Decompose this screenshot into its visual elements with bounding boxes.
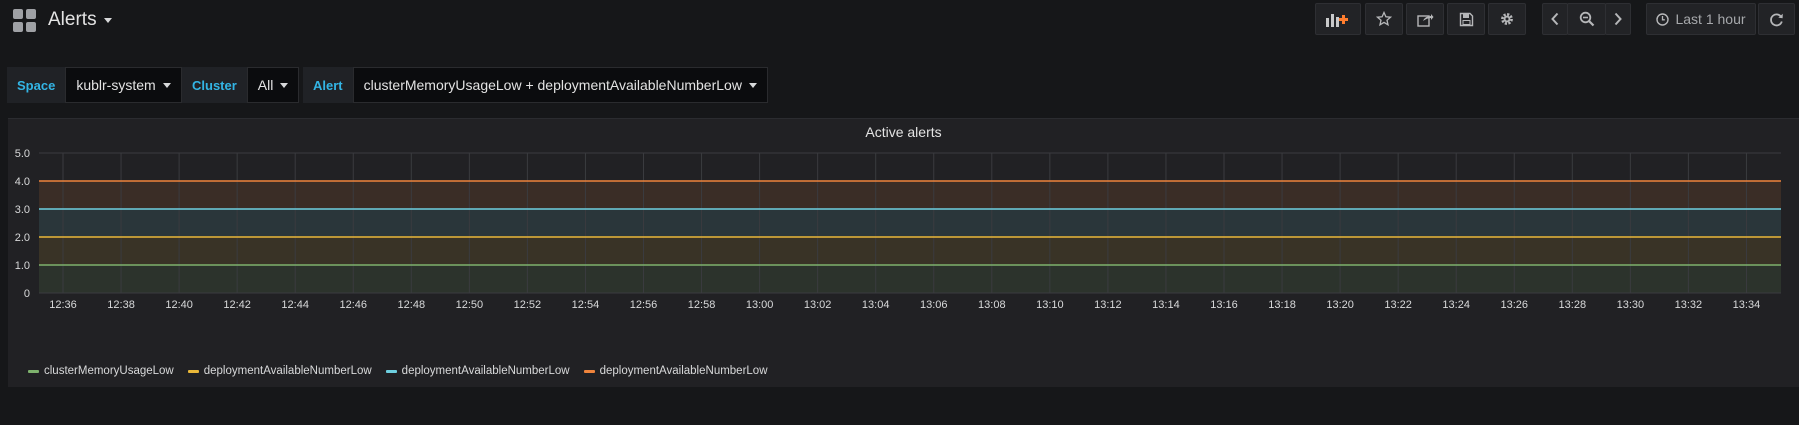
zoom-out-icon (1579, 11, 1594, 27)
legend-item[interactable]: deploymentAvailableNumberLow (583, 365, 768, 377)
clock-icon (1656, 12, 1670, 26)
x-tick-label: 12:44 (281, 299, 309, 311)
x-tick-label: 13:20 (1326, 299, 1354, 311)
x-tick-label: 13:28 (1559, 299, 1587, 311)
chevron-down-icon (280, 82, 289, 88)
x-tick-label: 13:04 (862, 299, 890, 311)
variable-cluster: Cluster All (182, 67, 300, 103)
x-tick-label: 13:00 (746, 299, 774, 311)
zoom-out-button[interactable] (1567, 3, 1606, 35)
chevron-down-icon (162, 82, 171, 88)
x-tick-label: 13:08 (978, 299, 1006, 311)
add-panel-icon (1326, 14, 1348, 27)
chevron-right-icon (1614, 12, 1622, 26)
x-tick-label: 13:30 (1617, 299, 1645, 311)
time-back-button[interactable] (1542, 3, 1568, 35)
dashboard-grid-icon[interactable] (13, 9, 37, 33)
share-button[interactable] (1406, 3, 1444, 35)
x-tick-label: 13:18 (1268, 299, 1296, 311)
x-tick-label: 13:06 (920, 299, 948, 311)
graph-panel: Active alerts 0 1.0 2.0 3.0 4.0 5.0 12:36 12:38… (8, 118, 1799, 387)
variable-space: Space kublr-system (7, 67, 182, 103)
variable-value-space: kublr-system (76, 77, 156, 93)
variable-label-space: Space (7, 67, 66, 103)
chevron-down-icon (748, 82, 757, 88)
chevron-down-icon (103, 17, 112, 23)
series-area-0 (39, 265, 1781, 293)
x-tick-label: 12:56 (630, 299, 658, 311)
time-forward-button[interactable] (1605, 3, 1631, 35)
legend-item[interactable]: deploymentAvailableNumberLow (385, 365, 570, 377)
x-tick-label: 12:58 (688, 299, 716, 311)
x-tick-label: 13:10 (1036, 299, 1064, 311)
save-icon (1459, 12, 1473, 26)
star-button[interactable] (1365, 3, 1403, 35)
variable-label-alert: Alert (303, 67, 353, 103)
x-tick-label: 12:38 (107, 299, 135, 311)
active-alerts-chart: 0 1.0 2.0 3.0 4.0 5.0 12:36 12:38 12:40 12:42 12:4… (15, 148, 1781, 311)
x-tick-label: 12:52 (514, 299, 542, 311)
x-tick-label: 13:22 (1384, 299, 1412, 311)
chart-legend: clusterMemoryUsageLow deploymentAvailable… (28, 365, 768, 377)
x-tick-label: 12:46 (339, 299, 367, 311)
y-tick-label: 4.0 (15, 176, 30, 188)
add-panel-button[interactable] (1315, 3, 1361, 35)
share-icon (1416, 13, 1433, 27)
legend-swatch (28, 369, 39, 373)
series-area-3 (39, 181, 1781, 209)
x-tick-label: 12:50 (456, 299, 484, 311)
x-tick-label: 13:02 (804, 299, 832, 311)
legend-label: clusterMemoryUsageLow (44, 365, 174, 377)
x-tick-label: 12:36 (49, 299, 77, 311)
x-tick-label: 12:40 (165, 299, 193, 311)
legend-label: deploymentAvailableNumberLow (203, 365, 372, 377)
x-tick-label: 13:24 (1442, 299, 1470, 311)
variable-alert: Alert clusterMemoryUsageLow + deployment… (303, 67, 768, 103)
y-tick-label: 3.0 (15, 204, 30, 216)
y-tick-label: 2.0 (15, 232, 30, 244)
y-tick-label: 5.0 (15, 148, 30, 160)
x-tick-label: 12:48 (398, 299, 426, 311)
series-area-1 (39, 237, 1781, 265)
time-range-picker[interactable]: Last 1 hour (1646, 3, 1756, 35)
x-tick-label: 12:42 (223, 299, 251, 311)
variable-select-cluster[interactable]: All (246, 67, 300, 103)
x-tick-label: 13:12 (1094, 299, 1122, 311)
star-icon (1376, 11, 1392, 27)
dashboard-title-dropdown[interactable]: Alerts (48, 9, 112, 31)
y-tick-label: 0 (24, 288, 30, 300)
variable-select-space[interactable]: kublr-system (65, 67, 182, 103)
variable-label-cluster: Cluster (182, 67, 247, 103)
series-area-2 (39, 209, 1781, 237)
variable-select-alert[interactable]: clusterMemoryUsageLow + deploymentAvaila… (352, 67, 768, 103)
legend-item[interactable]: deploymentAvailableNumberLow (187, 365, 372, 377)
y-tick-label: 1.0 (15, 260, 30, 272)
x-tick-label: 13:32 (1675, 299, 1703, 311)
refresh-button[interactable] (1758, 3, 1795, 35)
legend-swatch (385, 369, 397, 373)
x-tick-label: 13:26 (1500, 299, 1528, 311)
dashboard-title: Alerts (48, 9, 97, 30)
variable-value-cluster: All (257, 77, 274, 93)
variable-value-alert: clusterMemoryUsageLow + deploymentAvaila… (363, 77, 742, 93)
x-tick-label: 13:14 (1152, 299, 1180, 311)
refresh-icon (1770, 13, 1783, 26)
chevron-left-icon (1551, 12, 1559, 26)
legend-swatch (187, 369, 199, 373)
top-navbar: Alerts Last 1 hour (0, 0, 1799, 44)
gear-icon (1501, 13, 1513, 25)
legend-label: deploymentAvailableNumberLow (401, 365, 570, 377)
legend-label: deploymentAvailableNumberLow (599, 365, 768, 377)
time-range-label: Last 1 hour (1675, 11, 1746, 27)
legend-swatch (583, 369, 595, 373)
legend-item[interactable]: clusterMemoryUsageLow (28, 365, 174, 377)
x-tick-label: 12:54 (572, 299, 600, 311)
x-tick-label: 13:16 (1210, 299, 1238, 311)
x-tick-label: 13:34 (1733, 299, 1761, 311)
save-button[interactable] (1447, 3, 1485, 35)
settings-button[interactable] (1488, 3, 1526, 35)
